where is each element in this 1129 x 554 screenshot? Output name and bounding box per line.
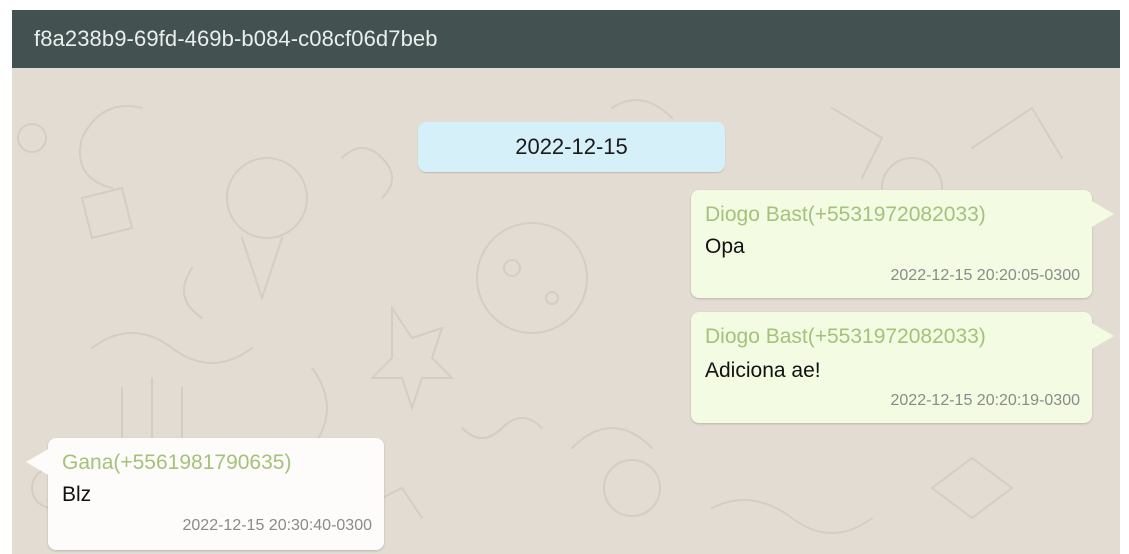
message-text: Adiciona ae! xyxy=(705,359,821,382)
message-timestamp: 2022-12-15 20:30:40-0300 xyxy=(182,517,373,534)
sender-name: Diogo Bast(+5531972082033) xyxy=(705,325,986,348)
bubble-tail xyxy=(26,448,50,476)
message-text: Opa xyxy=(705,235,745,258)
message-bubble-incoming[interactable]: Gana(+5561981790635) Blz 2022-12-15 20:3… xyxy=(26,438,384,550)
message-timestamp: 2022-12-15 20:20:19-0300 xyxy=(890,392,1081,409)
sender-name: Gana(+5561981790635) xyxy=(62,451,292,474)
bubble-tail xyxy=(1090,322,1114,350)
chat-header-title: f8a238b9-69fd-469b-b084-c08cf06d7beb xyxy=(12,10,1120,68)
message-bubble-outgoing[interactable]: Diogo Bast(+5531972082033) Adiciona ae! … xyxy=(691,312,1114,423)
bubble-tail xyxy=(1090,200,1114,228)
sender-name: Diogo Bast(+5531972082033) xyxy=(705,203,986,226)
date-separator: 2022-12-15 xyxy=(418,122,725,172)
chat-window: f8a238b9-69fd-469b-b084-c08cf06d7beb 202… xyxy=(12,10,1120,554)
message-text: Blz xyxy=(62,483,92,506)
message-timestamp: 2022-12-15 20:20:05-0300 xyxy=(890,267,1081,284)
message-bubble-outgoing[interactable]: Diogo Bast(+5531972082033) Opa 2022-12-1… xyxy=(691,190,1114,298)
